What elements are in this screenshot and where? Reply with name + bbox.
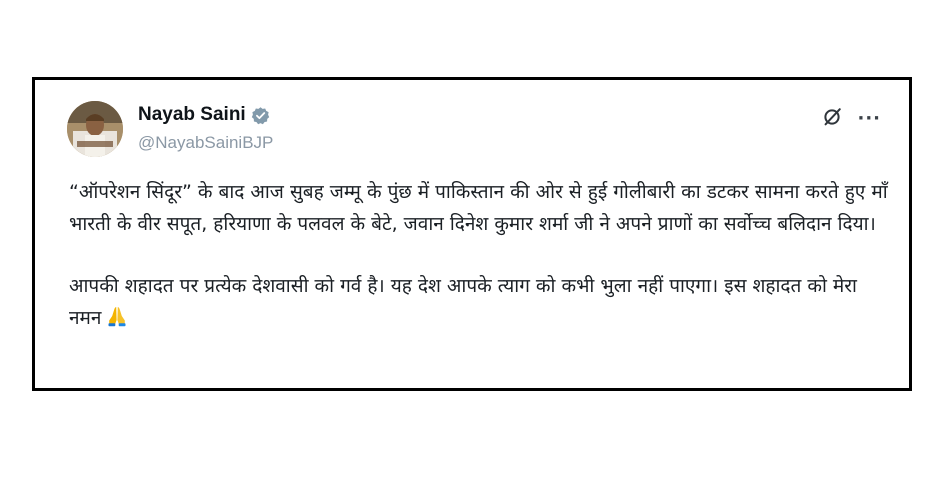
verified-badge-icon (251, 106, 270, 125)
tweet-actions: ··· (821, 106, 881, 132)
tweet-paragraph-2: आपकी शहादत पर प्रत्येक देशवासी को गर्व ह… (69, 271, 889, 338)
avatar-image (67, 101, 123, 157)
more-options-icon[interactable]: ··· (857, 110, 881, 128)
avatar[interactable] (67, 101, 123, 157)
tweet-paragraph-2-text: आपकी शहादत पर प्रत्येक देशवासी को गर्व ह… (69, 275, 857, 329)
grok-icon[interactable] (821, 106, 843, 132)
screenshot-frame: Nayab Saini @NayabSainiBJP ··· “ऑपरेशन स… (32, 77, 912, 391)
tweet-text: “ऑपरेशन सिंदूर” के बाद आज सुबह जम्मू के … (69, 177, 889, 338)
folded-hands-emoji (105, 304, 129, 339)
author-name-row: Nayab Saini (138, 104, 270, 126)
author-handle[interactable]: @NayabSainiBJP (138, 133, 273, 153)
tweet-paragraph-1: “ऑपरेशन सिंदूर” के बाद आज सुबह जम्मू के … (69, 181, 888, 235)
author-name[interactable]: Nayab Saini (138, 104, 246, 126)
tweet-card: Nayab Saini @NayabSainiBJP ··· “ऑपरेशन स… (35, 80, 909, 388)
